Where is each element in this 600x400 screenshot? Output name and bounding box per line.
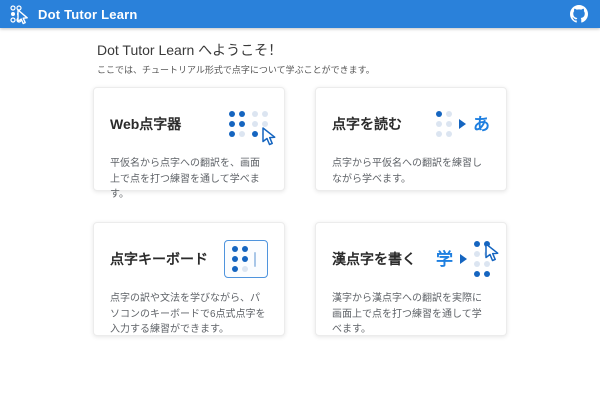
braille-cell-a bbox=[436, 111, 452, 137]
main-content: Dot Tutor Learn へようこそ！ ここでは、チュートリアル形式で点字… bbox=[93, 40, 507, 336]
braille-cell-filled bbox=[232, 246, 248, 272]
kanji-learn-char: 学 bbox=[436, 251, 453, 268]
card-title: Web点字器 bbox=[110, 114, 181, 134]
arrow-right-icon bbox=[460, 254, 467, 264]
card-write-kanji-braille[interactable]: 漢点字を書く 学 漢字から漢点字への翻訳を実際に画面上で点を打つ練習を通して学べ… bbox=[315, 222, 507, 336]
card-description: 点字から平仮名への翻訳を練習しながら学べます。 bbox=[332, 156, 490, 187]
arrow-right-icon bbox=[459, 119, 466, 129]
input-box-icon bbox=[224, 240, 268, 278]
braille-read-icon: あ bbox=[436, 111, 490, 137]
github-icon bbox=[570, 5, 588, 23]
card-title: 漢点字を書く bbox=[332, 249, 416, 269]
card-web-braille-typer[interactable]: Web点字器 平仮名から点字への翻訳を、画面上で点を打つ練習を通して学べます。 bbox=[93, 87, 285, 191]
app-header: Dot Tutor Learn bbox=[0, 0, 600, 28]
app-title: Dot Tutor Learn bbox=[38, 7, 138, 22]
card-description: 平仮名から点字への翻訳を、画面上で点を打つ練習を通して学べます。 bbox=[110, 156, 268, 203]
kanji-braille-write-icon: 学 bbox=[436, 241, 490, 277]
page-title: Dot Tutor Learn へようこそ！ bbox=[97, 40, 507, 60]
welcome-section: Dot Tutor Learn へようこそ！ ここでは、チュートリアル形式で点字… bbox=[97, 40, 507, 76]
card-description: 漢字から漢点字への翻訳を実際に画面上で点を打つ練習を通して学べます。 bbox=[332, 291, 490, 338]
braille-typing-icon bbox=[229, 111, 268, 137]
cursor-icon bbox=[260, 127, 278, 147]
braille-cell-filled bbox=[229, 111, 245, 137]
card-description: 点字の訳や文法を学びながら、パソコンのキーボードで6点式点字を入力する練習ができ… bbox=[110, 291, 268, 338]
text-caret-icon bbox=[254, 252, 256, 267]
app-logo-braille-cursor-icon bbox=[8, 3, 30, 25]
cursor-icon bbox=[483, 243, 501, 263]
hiragana-a-char: あ bbox=[473, 116, 490, 133]
github-link[interactable] bbox=[570, 5, 588, 23]
card-read-braille[interactable]: 点字を読む あ 点字から平仮名への翻訳を練習しながら学べます。 bbox=[315, 87, 507, 191]
feature-cards-grid: Web点字器 平仮名から点字への翻訳を、画面上で点を打つ練習を通して学べます。 … bbox=[93, 87, 507, 336]
card-title: 点字を読む bbox=[332, 114, 402, 134]
card-braille-keyboard[interactable]: 点字キーボード 点字の訳や文法を学びながら、パソコンのキーボードで6点式点字を入… bbox=[93, 222, 285, 336]
braille-keyboard-icon bbox=[224, 240, 268, 278]
page-subtitle: ここでは、チュートリアル形式で点字について学ぶことができます。 bbox=[97, 63, 507, 76]
card-title: 点字キーボード bbox=[110, 249, 208, 269]
